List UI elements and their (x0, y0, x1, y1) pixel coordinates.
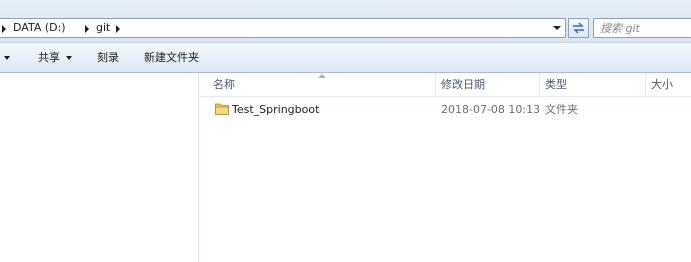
column-header-modified[interactable]: 修改日期 (441, 73, 485, 96)
share-label: 共享 (38, 51, 60, 64)
file-name: Test_Springboot (232, 103, 320, 116)
folder-icon (215, 103, 229, 115)
chevron-down-icon (66, 56, 72, 60)
address-history-dropdown-icon[interactable] (549, 19, 565, 37)
column-header-type[interactable]: 类型 (545, 73, 567, 96)
command-bar: 共享 刻录 新建文件夹 (0, 43, 691, 73)
burn-button[interactable]: 刻录 (97, 51, 119, 64)
column-header: 名称 修改日期 类型 大小 (199, 73, 691, 97)
address-box[interactable]: DATA (D:) git (0, 18, 566, 38)
file-modified: 2018-07-08 10:13 (441, 103, 541, 116)
refresh-button[interactable] (568, 18, 589, 38)
address-bar-row: DATA (D:) git (0, 0, 691, 43)
refresh-icon (573, 22, 584, 34)
column-divider[interactable] (645, 73, 646, 96)
search-input[interactable] (600, 21, 688, 35)
chevron-down-icon (4, 56, 10, 60)
organize-dropdown-arrow[interactable] (4, 51, 10, 64)
column-divider[interactable] (435, 73, 436, 96)
breadcrumb-separator-icon[interactable] (2, 25, 6, 33)
breadcrumb-drive[interactable]: DATA (D:) (13, 21, 66, 35)
share-button[interactable]: 共享 (38, 51, 72, 64)
file-type: 文件夹 (545, 103, 578, 116)
sort-ascending-icon (318, 74, 326, 78)
navigation-pane[interactable] (0, 73, 199, 262)
column-header-name[interactable]: 名称 (213, 73, 235, 96)
breadcrumb-separator-icon[interactable] (116, 25, 120, 33)
column-header-size[interactable]: 大小 (651, 73, 673, 96)
column-divider[interactable] (539, 73, 540, 96)
file-row[interactable]: Test_Springboot 2018-07-08 10:13 文件夹 (199, 100, 691, 120)
new-folder-button[interactable]: 新建文件夹 (144, 51, 199, 64)
file-list-pane[interactable]: 名称 修改日期 类型 大小 Test_Springboot 2018-07-08… (199, 73, 691, 262)
breadcrumb-folder[interactable]: git (96, 21, 110, 35)
search-box[interactable] (593, 18, 691, 38)
breadcrumb-separator-icon[interactable] (85, 25, 89, 33)
